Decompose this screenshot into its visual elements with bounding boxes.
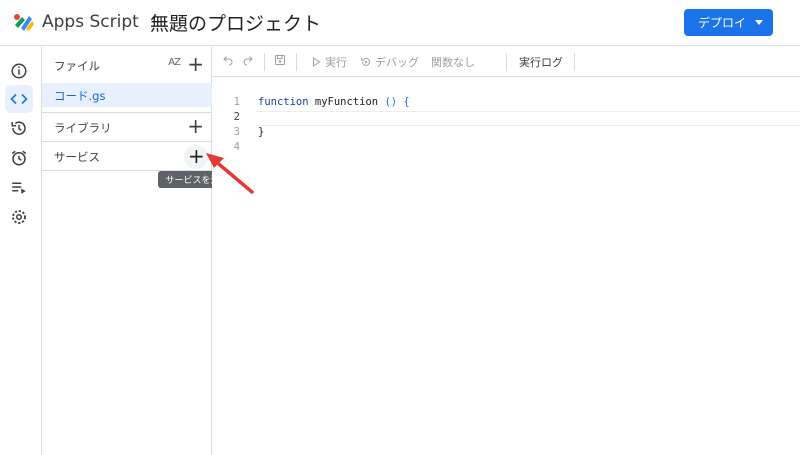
code-line: 3 } (212, 126, 800, 141)
files-panel: ファイル AZ + コード.gs ライブラリ + サービス (42, 47, 212, 455)
code-line: 2 (212, 111, 800, 126)
debug-icon (361, 57, 370, 66)
overview-nav-button[interactable] (5, 57, 33, 85)
redo-icon (243, 56, 253, 66)
add-library-button[interactable]: + (187, 115, 204, 137)
libraries-header: ライブラリ + (42, 113, 212, 141)
debug-label: デバッグ (375, 56, 419, 69)
app-name: Apps Script (42, 12, 139, 32)
line-code: } (258, 126, 265, 138)
sort-az-icon[interactable]: AZ (168, 57, 181, 68)
code-icon (10, 93, 28, 105)
save-button[interactable] (274, 54, 286, 66)
triggers-nav-button[interactable] (5, 144, 33, 172)
deploy-button-label: デプロイ (698, 16, 747, 30)
redo-button[interactable] (242, 54, 254, 66)
execution-log-label: 実行ログ (519, 56, 563, 69)
undo-button[interactable] (222, 54, 234, 66)
code-line: 4 (212, 141, 800, 156)
keyword: function (258, 96, 309, 108)
app-header: Apps Script 無題のプロジェクト デプロイ (0, 0, 800, 46)
function-select[interactable]: 関数なし (431, 54, 475, 70)
run-button[interactable]: 実行 (310, 54, 347, 70)
project-title[interactable]: 無題のプロジェクト (150, 9, 321, 36)
function-select-value: 関数なし (431, 56, 475, 69)
undo-icon (223, 56, 233, 66)
files-label: ファイル (54, 59, 100, 73)
line-code: function myFunction () { (258, 96, 410, 108)
toolbar-divider (506, 53, 507, 71)
code-editor[interactable]: 1 function myFunction () { 2 3 } 4 (212, 78, 800, 455)
line-number: 3 (233, 126, 240, 138)
toolbar-divider (296, 53, 297, 71)
toolbar-divider (264, 53, 265, 71)
annotation-arrow-icon (206, 153, 254, 194)
services-label: サービス (54, 150, 100, 164)
add-file-button[interactable]: + (187, 53, 204, 75)
apps-script-logo-icon[interactable] (12, 11, 36, 33)
save-icon (275, 55, 285, 65)
file-item-code-gs[interactable]: コード.gs (42, 83, 212, 107)
brackets: () { (384, 96, 410, 108)
function-name: myFunction (308, 96, 379, 108)
history-nav-button[interactable] (5, 114, 33, 142)
line-number: 1 (233, 96, 240, 108)
libraries-label: ライブラリ (54, 121, 112, 135)
chevron-down-icon (755, 20, 763, 25)
files-header: ファイル AZ + (42, 51, 212, 79)
history-icon (11, 121, 26, 135)
run-label: 実行 (325, 56, 347, 69)
info-icon (11, 63, 27, 79)
settings-icon (12, 210, 26, 224)
code-line: 1 function myFunction () { (212, 96, 800, 111)
deploy-button[interactable]: デプロイ (684, 9, 773, 36)
executions-nav-button[interactable] (5, 173, 33, 201)
alarm-icon (11, 150, 27, 166)
editor-nav-button[interactable] (5, 85, 33, 113)
line-number: 2 (233, 111, 240, 123)
current-line-highlight (256, 111, 800, 126)
toolbar-divider (574, 53, 575, 71)
settings-nav-button[interactable] (5, 203, 33, 231)
play-icon (313, 57, 321, 67)
editor-toolbar: 実行 デバッグ 関数なし 実行ログ (212, 47, 800, 77)
execution-log-button[interactable]: 実行ログ (519, 54, 563, 70)
file-name: コード.gs (54, 89, 106, 103)
debug-button[interactable]: デバッグ (360, 54, 419, 70)
executions-icon (12, 182, 26, 194)
left-nav-rail (0, 47, 42, 455)
